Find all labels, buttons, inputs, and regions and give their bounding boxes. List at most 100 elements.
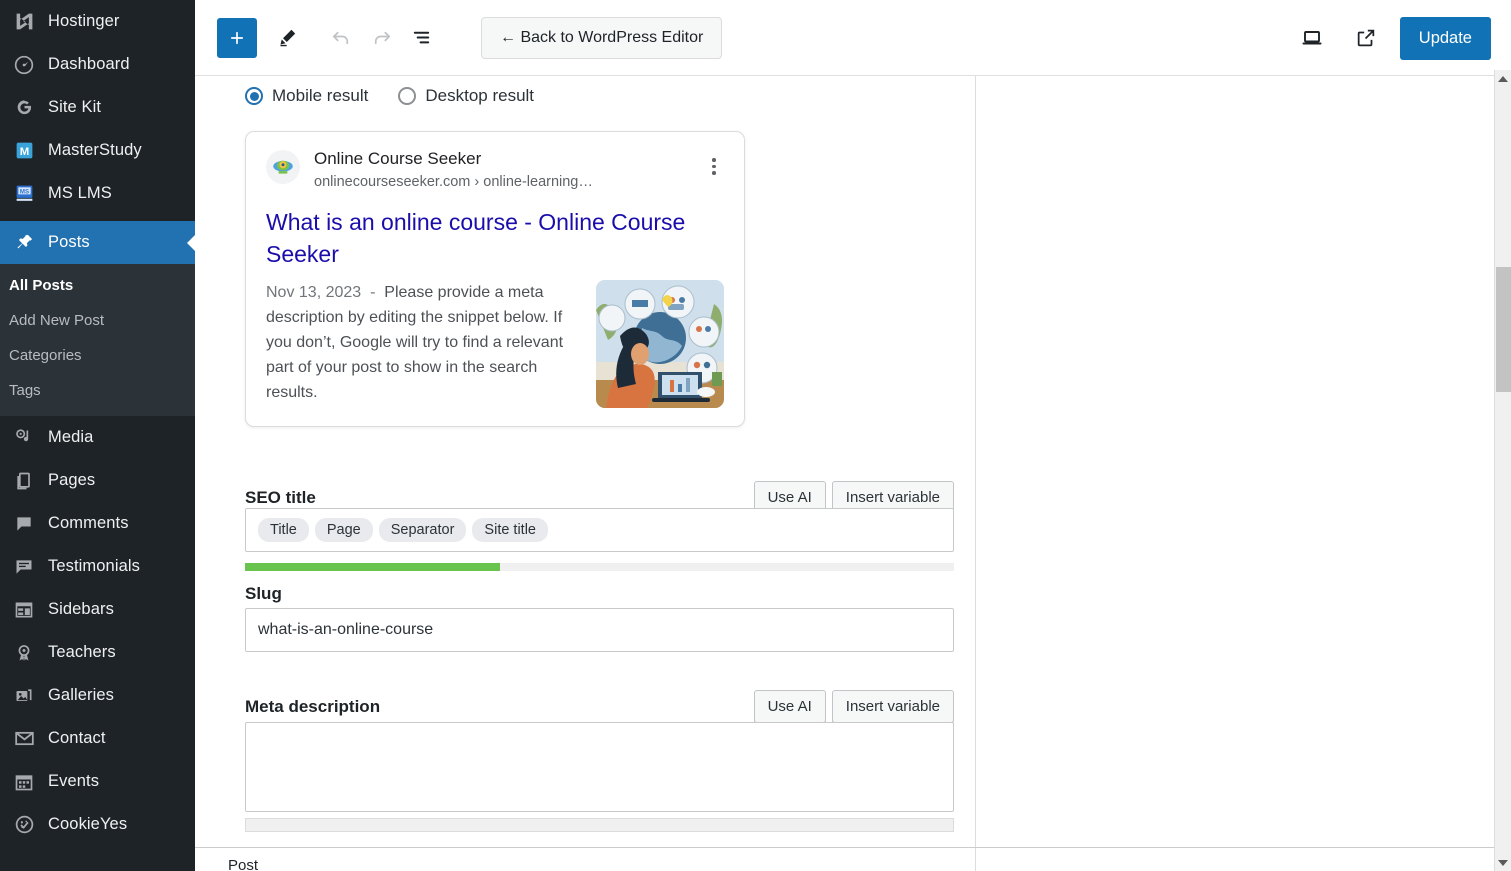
view-device-button[interactable] — [1292, 18, 1332, 58]
vertical-scrollbar[interactable] — [1494, 70, 1511, 871]
sidebars-icon — [9, 599, 39, 621]
site-kit-icon — [9, 97, 39, 119]
variable-pill-separator[interactable]: Separator — [378, 518, 467, 542]
preview-external-button[interactable] — [1346, 18, 1386, 58]
sidebar-item-testimonials[interactable]: Testimonials — [0, 545, 195, 588]
document-overview-button[interactable] — [401, 18, 441, 58]
panel-divider — [975, 76, 976, 871]
serp-date: Nov 13, 2023 — [266, 284, 362, 301]
svg-text:M: M — [19, 146, 28, 158]
sidebar-item-label: Contact — [48, 729, 106, 747]
meta-description-input[interactable] — [245, 722, 954, 812]
scroll-up-arrow-icon[interactable] — [1495, 70, 1511, 87]
sidebar-item-label: Events — [48, 772, 100, 790]
envelope-icon — [9, 728, 39, 750]
radio-mobile-result[interactable]: Mobile result — [245, 86, 368, 106]
sidebar-item-label: Site Kit — [48, 98, 102, 116]
sidebar-item-label: MasterStudy — [48, 141, 142, 159]
serp-preview-card: Online Course Seeker onlinecourseseeker.… — [245, 131, 745, 427]
sidebar-item-label: CookieYes — [48, 815, 128, 833]
sidebar-item-media[interactable]: Media — [0, 416, 195, 459]
dashboard-icon — [9, 54, 39, 76]
toolbar-right-group: Update — [1292, 0, 1511, 76]
meta-description-progress-bar — [245, 818, 954, 832]
undo-button[interactable] — [321, 18, 361, 58]
sidebar-item-label: Dashboard — [48, 55, 130, 73]
seo-title-label: SEO title — [245, 487, 316, 507]
serp-description: Please provide a meta description by edi… — [266, 284, 564, 401]
posts-submenu: All Posts Add New Post Categories Tags — [0, 264, 195, 416]
meta-description-label: Meta description — [245, 696, 381, 716]
sidebar-item-label: Testimonials — [48, 557, 140, 575]
sidebar-item-events[interactable]: Events — [0, 760, 195, 803]
submenu-item-categories[interactable]: Categories — [0, 338, 195, 373]
meta-description-actions: Use AI Insert variable — [753, 690, 954, 723]
sidebar-item-galleries[interactable]: Galleries — [0, 674, 195, 717]
serp-site-url: onlinecourseseeker.com › online-learning… — [314, 174, 593, 190]
submenu-item-tags[interactable]: Tags — [0, 373, 195, 408]
add-block-button[interactable] — [217, 17, 257, 58]
radio-button-icon[interactable] — [398, 87, 417, 105]
admin-sidebar: Hostinger Dashboard Site Kit M MasterStu… — [0, 0, 195, 871]
galleries-icon — [9, 685, 39, 707]
testimonials-icon — [9, 556, 39, 578]
sidebar-item-label: Teachers — [48, 643, 116, 661]
cookieyes-icon — [9, 814, 39, 836]
back-button-label: ← Back to WordPress Editor — [500, 28, 704, 46]
media-icon — [9, 427, 39, 449]
sidebar-item-label: Pages — [48, 471, 96, 489]
site-favicon-icon — [266, 150, 300, 184]
radio-desktop-result[interactable]: Desktop result — [398, 86, 534, 106]
pages-icon — [9, 470, 39, 492]
sidebar-item-contact[interactable]: Contact — [0, 717, 195, 760]
sidebar-item-label: Comments — [48, 514, 129, 532]
meta-description-use-ai-button[interactable]: Use AI — [753, 690, 826, 723]
scroll-down-arrow-icon[interactable] — [1495, 854, 1511, 871]
radio-label: Mobile result — [272, 86, 369, 105]
meta-description-insert-variable-button[interactable]: Insert variable — [831, 690, 954, 723]
masterstudy-icon: M — [9, 140, 39, 162]
sidebar-item-masterstudy[interactable]: M MasterStudy — [0, 129, 195, 172]
sidebar-item-comments[interactable]: Comments — [0, 502, 195, 545]
sidebar-item-ms-lms[interactable]: MS MS LMS — [0, 172, 195, 215]
seo-title-input[interactable]: Title Page Separator Site title — [245, 508, 954, 552]
serp-site-name: Online Course Seeker — [314, 149, 482, 168]
radio-label: Desktop result — [425, 86, 535, 105]
slug-input[interactable]: what-is-an-online-course — [245, 608, 954, 652]
slug-label: Slug — [245, 584, 282, 603]
seo-title-progress-bar — [245, 563, 954, 571]
sidebar-item-cookieyes[interactable]: CookieYes — [0, 803, 195, 846]
redo-button[interactable] — [361, 18, 401, 58]
sidebar-item-teachers[interactable]: Teachers — [0, 631, 195, 674]
sidebar-item-dashboard[interactable]: Dashboard — [0, 43, 195, 86]
sidebar-item-label: Hostinger — [48, 12, 120, 30]
scrollbar-thumb[interactable] — [1496, 267, 1511, 392]
update-button[interactable]: Update — [1399, 16, 1491, 60]
serp-separator: - — [370, 284, 376, 301]
meta-description-row: Meta description Use AI Insert variable — [245, 690, 954, 723]
serp-thumbnail-image — [596, 280, 724, 408]
edit-tool-button[interactable] — [267, 18, 307, 58]
sidebar-item-pages[interactable]: Pages — [0, 459, 195, 502]
wordpress-editor-screen: Hostinger Dashboard Site Kit M MasterStu… — [0, 0, 1511, 871]
serp-more-options-icon[interactable] — [704, 148, 724, 175]
svg-text:MS: MS — [19, 189, 28, 196]
sidebar-item-posts[interactable]: Posts — [0, 221, 195, 264]
sidebar-item-label: Sidebars — [48, 600, 114, 618]
variable-pill-site-title[interactable]: Site title — [472, 518, 549, 542]
radio-button-icon[interactable] — [245, 87, 263, 105]
sidebar-item-sidebars[interactable]: Sidebars — [0, 588, 195, 631]
slug-row: Slug — [245, 584, 954, 604]
submenu-item-add-new-post[interactable]: Add New Post — [0, 303, 195, 338]
serp-title-link[interactable]: What is an online course - Online Course… — [266, 206, 724, 270]
post-type-label: Post — [228, 857, 259, 871]
submenu-item-all-posts[interactable]: All Posts — [0, 268, 195, 303]
serp-preview-body: Nov 13, 2023 - Please provide a meta des… — [266, 280, 724, 408]
sidebar-item-hostinger[interactable]: Hostinger — [0, 0, 195, 43]
back-to-wordpress-editor-button[interactable]: ← Back to WordPress Editor — [481, 16, 723, 59]
variable-pill-title[interactable]: Title — [258, 518, 309, 542]
serp-preview-header: Online Course Seeker onlinecourseseeker.… — [266, 148, 724, 192]
variable-pill-page[interactable]: Page — [314, 518, 373, 542]
sidebar-item-site-kit[interactable]: Site Kit — [0, 86, 195, 129]
seo-title-progress-fill — [245, 563, 501, 571]
